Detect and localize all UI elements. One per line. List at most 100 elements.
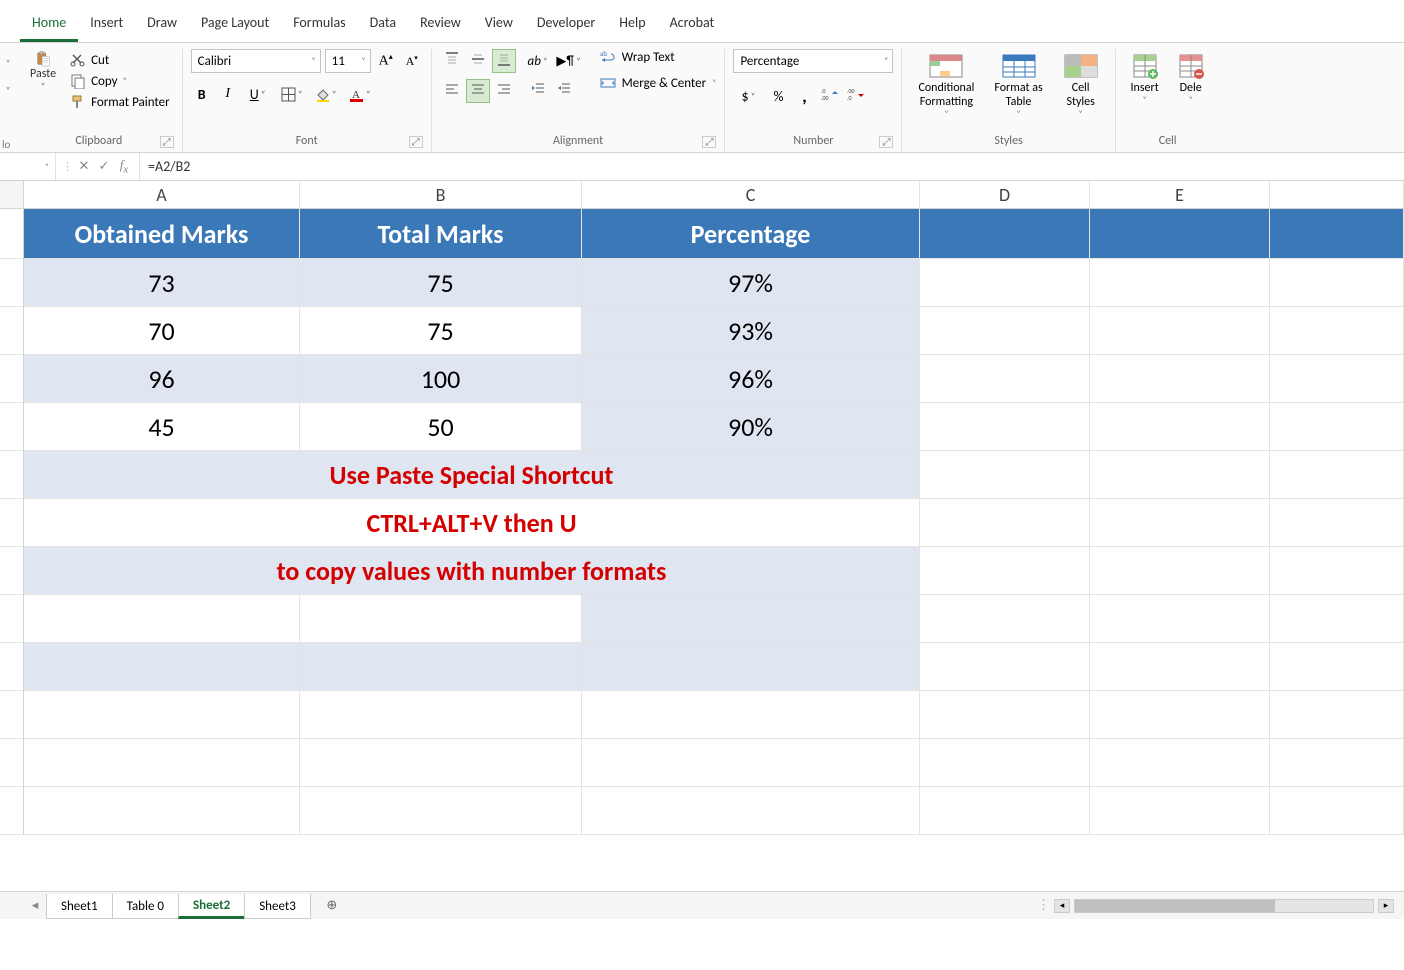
cell-rest5[interactable] <box>1270 403 1404 451</box>
cell-b12[interactable] <box>300 739 582 787</box>
tab-page-layout[interactable]: Page Layout <box>189 10 281 42</box>
cell-rest12[interactable] <box>1270 739 1404 787</box>
font-size-combo[interactable]: 11 ˅ <box>325 49 371 73</box>
hscroll-thumb[interactable] <box>1075 900 1275 912</box>
font-dialog-launcher[interactable]: ⤢ <box>409 136 423 148</box>
cell-rest4[interactable] <box>1270 355 1404 403</box>
increase-font-button[interactable]: A▴ <box>375 50 397 72</box>
cell-d5[interactable] <box>920 403 1090 451</box>
cell-d13[interactable] <box>920 787 1090 835</box>
cell-c11[interactable] <box>582 691 920 739</box>
hscroll-right-button[interactable]: ▸ <box>1378 899 1394 913</box>
cell-a4[interactable]: 96 <box>24 355 300 403</box>
borders-button[interactable]: ˅ <box>277 83 307 105</box>
cell-e6[interactable] <box>1090 451 1270 499</box>
align-top-button[interactable] <box>440 49 464 73</box>
row-header[interactable] <box>0 451 24 499</box>
row-header[interactable] <box>0 547 24 595</box>
sheet-nav-prev[interactable]: ◂ <box>24 892 46 919</box>
name-box[interactable]: ˅ <box>0 153 56 180</box>
cell-c12[interactable] <box>582 739 920 787</box>
sheet-tab-sheet2[interactable]: Sheet2 <box>178 894 245 919</box>
number-format-combo[interactable]: Percentage ˅ <box>733 49 893 73</box>
insert-function-button[interactable]: fx <box>115 157 133 176</box>
cell-a3[interactable]: 70 <box>24 307 300 355</box>
paste-button[interactable]: Paste ˅ <box>24 49 62 94</box>
align-bottom-button[interactable] <box>492 49 516 73</box>
cell-d11[interactable] <box>920 691 1090 739</box>
sheet-tab-sheet1[interactable]: Sheet1 <box>46 894 113 919</box>
cell-b13[interactable] <box>300 787 582 835</box>
tab-data[interactable]: Data <box>358 10 408 42</box>
number-dialog-launcher[interactable]: ⤢ <box>879 136 893 148</box>
cell-b9[interactable] <box>300 595 582 643</box>
cell-c2[interactable]: 97% <box>582 259 920 307</box>
add-sheet-button[interactable]: ⊕ <box>318 892 346 919</box>
select-all-corner[interactable] <box>0 181 24 208</box>
row-header[interactable] <box>0 403 24 451</box>
cell-b1[interactable]: Total Marks <box>300 209 582 259</box>
cell-a13[interactable] <box>24 787 300 835</box>
cell-a1[interactable]: Obtained Marks <box>24 209 300 259</box>
cell-c1[interactable]: Percentage <box>582 209 920 259</box>
cell-rest7[interactable] <box>1270 499 1404 547</box>
row-header[interactable] <box>0 355 24 403</box>
cell-d9[interactable] <box>920 595 1090 643</box>
cell-d6[interactable] <box>920 451 1090 499</box>
cell-tip3[interactable]: to copy values with number formats <box>24 547 920 595</box>
insert-cells-button[interactable]: Insert ˅ <box>1124 49 1166 107</box>
clipboard-dialog-launcher[interactable]: ⤢ <box>160 136 174 148</box>
cell-e9[interactable] <box>1090 595 1270 643</box>
cell-c5[interactable]: 90% <box>582 403 920 451</box>
cell-d7[interactable] <box>920 499 1090 547</box>
cell-c13[interactable] <box>582 787 920 835</box>
cell-b11[interactable] <box>300 691 582 739</box>
cell-d2[interactable] <box>920 259 1090 307</box>
cell-d4[interactable] <box>920 355 1090 403</box>
formula-input[interactable]: =A2/B2 <box>140 158 1404 175</box>
orientation-button[interactable]: ab˅ <box>526 49 550 73</box>
hscroll-track[interactable] <box>1074 899 1374 913</box>
wrap-text-button[interactable]: ab Wrap Text <box>600 49 717 65</box>
align-center-button[interactable] <box>466 79 490 103</box>
row-header[interactable] <box>0 691 24 739</box>
cell-d10[interactable] <box>920 643 1090 691</box>
cell-e8[interactable] <box>1090 547 1270 595</box>
align-left-button[interactable] <box>440 79 464 103</box>
cell-e5[interactable] <box>1090 403 1270 451</box>
cut-button[interactable]: Cut <box>66 51 174 69</box>
tab-insert[interactable]: Insert <box>78 10 135 42</box>
worksheet-grid[interactable]: A B C D E Obtained Marks Total Marks Per… <box>0 181 1404 891</box>
cell-e3[interactable] <box>1090 307 1270 355</box>
tab-home[interactable]: Home <box>20 10 78 42</box>
bold-button[interactable]: B <box>191 83 213 105</box>
cell-b5[interactable]: 50 <box>300 403 582 451</box>
cell-b3[interactable]: 75 <box>300 307 582 355</box>
underline-button[interactable]: U˅ <box>243 83 273 105</box>
font-color-button[interactable]: A ˅ <box>345 83 375 105</box>
conditional-formatting-button[interactable]: Conditional Formatting ˅ <box>910 49 982 121</box>
tab-developer[interactable]: Developer <box>525 10 607 42</box>
row-header[interactable] <box>0 787 24 835</box>
cell-rest1[interactable] <box>1270 209 1404 259</box>
font-name-combo[interactable]: Calibri ˅ <box>191 49 321 73</box>
cancel-formula-button[interactable]: ✕ <box>75 159 93 174</box>
cell-e11[interactable] <box>1090 691 1270 739</box>
col-header-d[interactable]: D <box>920 181 1090 208</box>
col-header-a[interactable]: A <box>24 181 300 208</box>
cell-a2[interactable]: 73 <box>24 259 300 307</box>
row-header[interactable] <box>0 307 24 355</box>
cell-e2[interactable] <box>1090 259 1270 307</box>
cell-a12[interactable] <box>24 739 300 787</box>
cell-a9[interactable] <box>24 595 300 643</box>
cell-c4[interactable]: 96% <box>582 355 920 403</box>
cell-d12[interactable] <box>920 739 1090 787</box>
cell-b2[interactable]: 75 <box>300 259 582 307</box>
delete-cells-button[interactable]: Dele ˅ <box>1170 49 1212 107</box>
alignment-dialog-launcher[interactable]: ⤢ <box>702 136 716 148</box>
tab-acrobat[interactable]: Acrobat <box>658 10 727 42</box>
col-header-rest[interactable] <box>1270 181 1404 208</box>
col-header-c[interactable]: C <box>582 181 920 208</box>
cell-rest8[interactable] <box>1270 547 1404 595</box>
format-as-table-button[interactable]: Format as Table ˅ <box>986 49 1050 121</box>
